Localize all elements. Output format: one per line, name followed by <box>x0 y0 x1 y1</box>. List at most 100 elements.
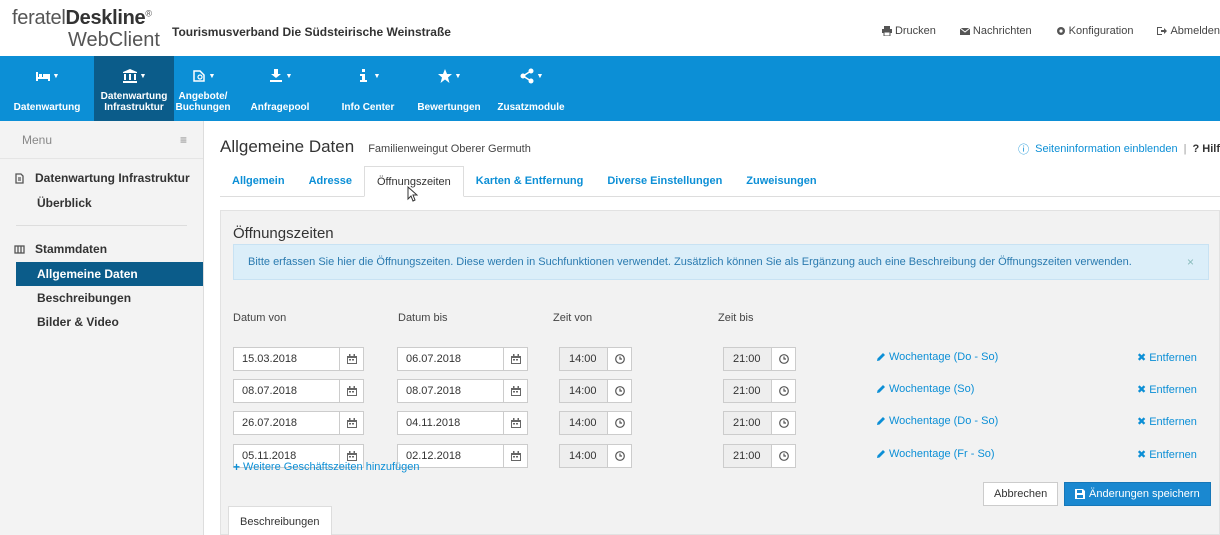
clock-icon <box>778 386 789 396</box>
date-to-input[interactable]: 04.11.2018 <box>397 411 528 435</box>
main-content: Allgemeine Daten Familienweingut Oberer … <box>205 121 1220 535</box>
time-to-picker[interactable] <box>771 445 795 467</box>
time-to-picker[interactable] <box>771 412 795 434</box>
save-changes-button[interactable]: Änderungen speichern <box>1064 482 1211 506</box>
gear-icon <box>1056 27 1065 35</box>
date-to-picker[interactable] <box>503 445 527 467</box>
time-from-picker[interactable] <box>607 380 631 402</box>
sidebar-divider <box>16 225 187 226</box>
nav-info-center[interactable]: ▼ Info Center <box>328 56 408 121</box>
sidebar-menu-header: Menu ≡ <box>0 121 203 159</box>
star-icon <box>437 69 452 83</box>
inbox-icon <box>269 69 282 82</box>
sidebar-item-allgemeine-daten[interactable]: Allgemeine Daten <box>16 262 203 286</box>
remove-row-button[interactable]: ✖ Entfernen <box>1137 415 1197 429</box>
configuration-link[interactable]: Konfiguration <box>1056 25 1133 37</box>
remove-row-button[interactable]: ✖ Entfernen <box>1137 351 1197 365</box>
calendar-icon <box>510 354 521 364</box>
time-from-input[interactable]: 14:00 <box>559 444 632 468</box>
time-to-picker[interactable] <box>771 380 795 402</box>
sidebar-item-beschreibungen[interactable]: Beschreibungen <box>0 286 203 310</box>
calendar-icon <box>346 386 357 396</box>
print-icon <box>881 26 892 36</box>
calendar-icon <box>510 418 521 428</box>
messages-link[interactable]: Nachrichten <box>959 25 1032 37</box>
app-logo[interactable]: feratelDeskline® WebClient <box>12 8 172 50</box>
time-to-input[interactable]: 21:00 <box>723 444 796 468</box>
clock-icon <box>778 354 789 364</box>
date-from-picker[interactable] <box>339 348 363 370</box>
page-info: ⓘ Seiteninformation einblenden | ? Hilf <box>1018 143 1220 156</box>
date-to-picker[interactable] <box>503 380 527 402</box>
top-links: Drucken Nachrichten Konfiguration Abmeld… <box>858 25 1220 37</box>
close-icon[interactable]: × <box>1187 255 1194 269</box>
nav-bewertungen[interactable]: ▼ Bewertungen <box>408 56 490 121</box>
clock-icon <box>614 354 625 364</box>
date-to-picker[interactable] <box>503 348 527 370</box>
page-subtitle: Familienweingut Oberer Germuth <box>368 143 531 155</box>
time-to-input[interactable]: 21:00 <box>723 379 796 403</box>
time-to-input[interactable]: 21:00 <box>723 411 796 435</box>
remove-row-button[interactable]: ✖ Entfernen <box>1137 448 1197 462</box>
nav-anfragepool[interactable]: ▼ Anfragepool <box>232 56 328 121</box>
top-header: feratelDeskline® WebClient Tourismusverb… <box>0 0 1220 56</box>
remove-icon: ✖ <box>1137 416 1147 428</box>
time-from-input[interactable]: 14:00 <box>559 379 632 403</box>
time-to-input[interactable]: 21:00 <box>723 347 796 371</box>
nav-zusatzmodule[interactable]: ▼ Zusatzmodule <box>490 56 572 121</box>
time-to-picker[interactable] <box>771 348 795 370</box>
weekdays-link[interactable]: Wochentage (Do - So) <box>876 351 998 363</box>
page-header: Allgemeine Daten Familienweingut Oberer … <box>220 137 531 157</box>
tab-zuweisungen[interactable]: Zuweisungen <box>734 166 828 197</box>
tab-beschreibungen[interactable]: Beschreibungen <box>228 506 332 535</box>
nav-datenwartung[interactable]: ▼ Datenwartung <box>0 56 94 121</box>
date-to-input[interactable]: 06.07.2018 <box>397 347 528 371</box>
print-link[interactable]: Drucken <box>881 25 936 37</box>
date-from-input[interactable]: 26.07.2018 <box>233 411 364 435</box>
remove-row-button[interactable]: ✖ Entfernen <box>1137 383 1197 397</box>
columns-icon <box>14 244 25 254</box>
hamburger-icon[interactable]: ≡ <box>180 133 187 147</box>
tab-karten-entfernung[interactable]: Karten & Entfernung <box>464 166 596 197</box>
time-from-picker[interactable] <box>607 445 631 467</box>
time-from-input[interactable]: 14:00 <box>559 347 632 371</box>
weekdays-link[interactable]: Wochentage (Fr - So) <box>876 448 995 460</box>
logout-link[interactable]: Abmelden <box>1157 25 1220 37</box>
pencil-icon <box>877 385 885 393</box>
time-from-picker[interactable] <box>607 348 631 370</box>
date-to-picker[interactable] <box>503 412 527 434</box>
column-header-date-to: Datum bis <box>398 312 448 324</box>
opening-hours-row: 08.07.2018 08.07.2018 14:00 21:00 Wochentage… <box>233 379 1209 403</box>
mouse-cursor-icon <box>407 186 418 202</box>
time-from-input[interactable]: 14:00 <box>559 411 632 435</box>
tab-adresse[interactable]: Adresse <box>297 166 364 197</box>
info-icon <box>359 69 367 82</box>
envelope-icon <box>959 27 970 35</box>
page-title: Allgemeine Daten <box>220 137 355 156</box>
sidebar-item-bilder-video[interactable]: Bilder & Video <box>0 310 203 334</box>
show-page-info-link[interactable]: Seiteninformation einblenden <box>1035 143 1178 155</box>
clock-icon <box>778 418 789 428</box>
sidebar-item-ueberblick[interactable]: Überblick <box>0 191 203 215</box>
document-icon <box>15 172 24 184</box>
tab-allgemein[interactable]: Allgemein <box>220 166 297 197</box>
weekdays-link[interactable]: Wochentage (So) <box>876 383 974 395</box>
cancel-button[interactable]: Abbrechen <box>983 482 1059 506</box>
nav-datenwartung-infrastruktur[interactable]: ▼ Datenwartung Infrastruktur <box>94 56 174 121</box>
date-from-picker[interactable] <box>339 380 363 402</box>
clock-icon <box>778 451 789 461</box>
date-to-input[interactable]: 08.07.2018 <box>397 379 528 403</box>
date-from-picker[interactable] <box>339 412 363 434</box>
date-from-input[interactable]: 15.03.2018 <box>233 347 364 371</box>
main-navbar: ▼ Datenwartung ▼ Datenwartung Infrastrukt… <box>0 56 1220 121</box>
time-from-picker[interactable] <box>607 412 631 434</box>
date-from-input[interactable]: 08.07.2018 <box>233 379 364 403</box>
add-business-hours-link[interactable]: + Weitere Geschäftszeiten hinzufügen <box>233 460 420 474</box>
share-icon <box>520 68 534 84</box>
nav-angebote-buchungen[interactable]: ▼ Angebote/Buchungen <box>174 56 232 121</box>
suitcase-icon <box>192 70 205 82</box>
pencil-icon <box>877 417 885 425</box>
tab-diverse-einstellungen[interactable]: Diverse Einstellungen <box>595 166 734 197</box>
weekdays-link[interactable]: Wochentage (Do - So) <box>876 415 998 427</box>
help-link[interactable]: ? Hilf <box>1193 143 1220 155</box>
